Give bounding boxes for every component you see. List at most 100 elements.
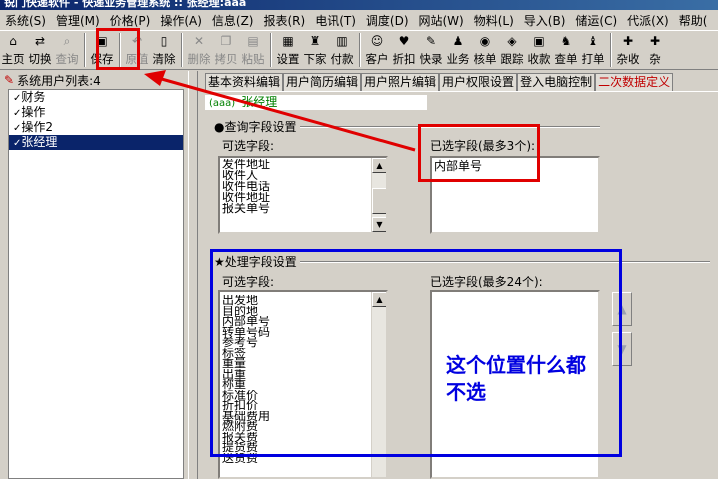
users-icon: ✎: [4, 73, 15, 87]
toolbar-button-label: 收款: [527, 52, 551, 66]
tab[interactable]: 用户照片编辑: [361, 73, 440, 91]
copy-icon: ❐: [220, 34, 232, 48]
toolbar-button-next-party[interactable]: ♜ 下家: [302, 32, 328, 68]
menu-item[interactable]: 管理(M): [51, 12, 105, 29]
toolbar-button-misc-income[interactable]: ✚ 杂收: [615, 32, 641, 68]
toolbar-button-label: 杂: [649, 52, 661, 66]
menu-item[interactable]: 网站(W): [414, 12, 469, 29]
menu-item[interactable]: 导入(B): [519, 12, 571, 29]
field-item[interactable]: 报关单号: [220, 203, 386, 214]
toolbar-button-copy[interactable]: ❐ 拷贝: [213, 32, 239, 68]
toolbar-button-label: 付款: [330, 52, 354, 66]
next-party-icon: ♜: [309, 34, 321, 48]
toolbar-button-clear[interactable]: ▯ 清除: [151, 32, 177, 68]
query-available-label: 可选字段:: [222, 139, 275, 153]
toolbar-button-label: 核单: [473, 52, 497, 66]
user-list-title: 系统用户列表:4: [17, 73, 101, 88]
current-user-name: 张经理: [241, 95, 278, 109]
field-item[interactable]: 收件地址: [220, 192, 386, 203]
menu-item[interactable]: 报表(R): [258, 12, 310, 29]
tab[interactable]: 基本资料编辑: [205, 73, 284, 91]
receive-icon: ▣: [533, 34, 545, 48]
toolbar-button-label: 粘贴: [241, 52, 265, 66]
toolbar-button-label: 主页: [1, 52, 25, 66]
payment-icon: ▥: [336, 34, 348, 48]
tab[interactable]: 用户权限设置: [439, 73, 518, 91]
field-item[interactable]: 发件地址: [220, 159, 386, 170]
search-icon: ⌕: [63, 34, 71, 48]
toolbar-button-search[interactable]: ⌕ 查询: [54, 32, 80, 68]
home-icon: ⌂: [9, 34, 17, 48]
toolbar-button-label: 下家: [303, 52, 327, 66]
toolbar-button-lookup-order[interactable]: ♞ 查单: [553, 32, 579, 68]
settings-icon: ▦: [282, 34, 294, 48]
query-available-scrollbar[interactable]: ▲ ▼: [371, 158, 386, 232]
scroll-up-icon[interactable]: ▲: [372, 158, 386, 173]
toolbar-button-label: 清除: [152, 52, 176, 66]
toolbar-button-discount[interactable]: ♥ 折扣: [391, 32, 417, 68]
toolbar-button-verify[interactable]: ◉ 核单: [472, 32, 498, 68]
toolbar-button-label: 客户: [365, 52, 389, 66]
user-list[interactable]: ✓财务 ✓操作 ✓操作2 ✓张经理: [8, 89, 184, 479]
toolbar-button-customer[interactable]: ☺ 客户: [364, 32, 390, 68]
tab-strip: 基本资料编辑 用户简历编辑 用户照片编辑 用户权限设置 登入电脑控制 二次数据定义: [205, 73, 674, 91]
tab[interactable]: 二次数据定义: [595, 73, 674, 91]
tab[interactable]: 登入电脑控制: [517, 73, 596, 91]
toolbar-separator: [359, 33, 361, 67]
menu-item[interactable]: 调度(D): [361, 12, 414, 29]
menu-item[interactable]: 储运(C): [570, 12, 622, 29]
query-available-list[interactable]: 发件地址 收件人 收件电话 收件地址 报关单号 ▲ ▼: [218, 156, 388, 234]
menu-item[interactable]: 信息(Z): [207, 12, 259, 29]
tab[interactable]: 用户简历编辑: [283, 73, 362, 91]
toolbar-button-label: 设置: [276, 52, 300, 66]
discount-icon: ♥: [398, 34, 410, 48]
verify-icon: ◉: [479, 34, 491, 48]
menu-item[interactable]: 电讯(T): [310, 12, 361, 29]
toolbar-button-switch[interactable]: ⇄ 切换: [27, 32, 53, 68]
toolbar-button-label: 折扣: [392, 52, 416, 66]
toolbar-button-track[interactable]: ◈ 跟踪: [499, 32, 525, 68]
menu-item[interactable]: 操作(A): [155, 12, 207, 29]
toolbar-button-receive[interactable]: ▣ 收款: [526, 32, 552, 68]
menu-item[interactable]: 价格(P): [105, 12, 156, 29]
user-list-item[interactable]: ✓财务: [9, 90, 183, 105]
menu-item[interactable]: 物料(L): [469, 12, 519, 29]
toolbar-separator: [181, 33, 183, 67]
toolbar-button-label: 跟踪: [500, 52, 524, 66]
lookup-order-icon: ♞: [560, 34, 572, 48]
field-item[interactable]: 收件人: [220, 170, 386, 181]
toolbar-separator: [270, 33, 272, 67]
splitter[interactable]: [188, 71, 198, 479]
toolbar-button-paste[interactable]: ▤ 粘贴: [240, 32, 266, 68]
customer-icon: ☺: [370, 34, 384, 48]
toolbar-button-quick-entry[interactable]: ✎ 快录: [418, 32, 444, 68]
toolbar-button-print[interactable]: ♝ 打单: [580, 32, 606, 68]
scroll-down-icon[interactable]: ▼: [372, 217, 386, 232]
toolbar-button-label: 业务: [446, 52, 470, 66]
current-user-field: (aaa) 张经理: [205, 95, 427, 110]
misc-income-icon: ✚: [622, 34, 634, 48]
user-list-item[interactable]: ✓操作2: [9, 120, 183, 135]
toolbar-button-delete[interactable]: ✕ 删除: [186, 32, 212, 68]
user-list-item[interactable]: ✓张经理: [9, 135, 183, 150]
menu-item[interactable]: 系统(S): [0, 12, 51, 29]
toolbar-button-payment[interactable]: ▥ 付款: [329, 32, 355, 68]
print-icon: ♝: [587, 34, 599, 48]
field-item[interactable]: 收件电话: [220, 181, 386, 192]
toolbar-button-home[interactable]: ⌂ 主页: [0, 32, 26, 68]
toolbar-button-label: 切换: [28, 52, 52, 66]
toolbar-separator: [84, 33, 86, 67]
menu-item[interactable]: 帮助(: [674, 12, 713, 29]
user-list-item[interactable]: ✓操作: [9, 105, 183, 120]
current-user-tag: (aaa): [209, 98, 236, 109]
menu-item[interactable]: 代派(X): [622, 12, 674, 29]
toolbar-separator: [610, 33, 612, 67]
toolbar-button-misc[interactable]: ✚ 杂: [642, 32, 668, 68]
scroll-thumb[interactable]: [372, 188, 386, 214]
delete-icon: ✕: [193, 34, 205, 48]
paste-icon: ▤: [247, 34, 259, 48]
toolbar-button-label: 杂收: [616, 52, 640, 66]
toolbar-button-business[interactable]: ♟ 业务: [445, 32, 471, 68]
toolbar-button-settings[interactable]: ▦ 设置: [275, 32, 301, 68]
toolbar-button-label: 打单: [581, 52, 605, 66]
